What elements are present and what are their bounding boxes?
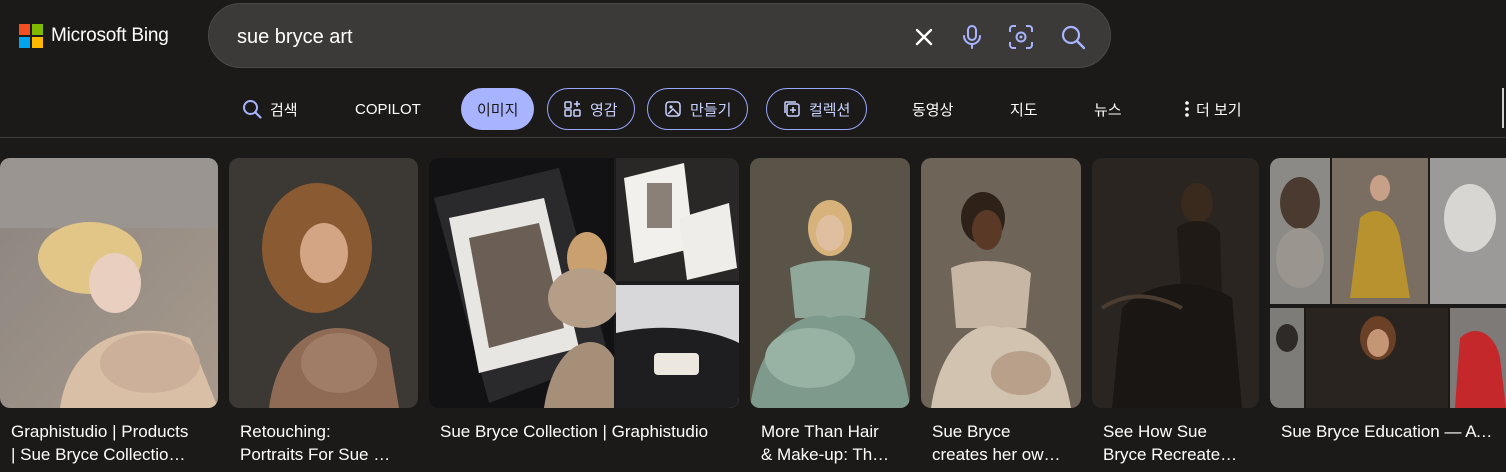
tab-copilot[interactable]: COPILOT xyxy=(355,87,421,131)
search-icon[interactable] xyxy=(1060,24,1086,50)
result-thumbnail xyxy=(429,158,739,408)
tab-news[interactable]: 뉴스 xyxy=(1094,87,1122,131)
tab-images[interactable]: 이미지 xyxy=(461,88,535,130)
create-image-icon xyxy=(665,101,681,117)
result-title-line1: Retouching: xyxy=(240,422,331,441)
result-title-line1: See How Sue xyxy=(1103,422,1207,441)
image-result[interactable]: Graphistudio | Products | Sue Bryce Colle… xyxy=(0,158,218,472)
result-thumbnail xyxy=(0,158,218,408)
tab-more[interactable]: 더 보기 xyxy=(1184,87,1242,131)
image-result[interactable]: More Than Hair & Make-up: Th… xyxy=(750,158,910,472)
result-title-line2: Bryce Recreate… xyxy=(1103,445,1238,464)
result-title-line2: Portraits For Sue … xyxy=(240,445,391,464)
tab-inspiration-label: 영감 xyxy=(590,101,618,119)
search-box xyxy=(208,3,1111,68)
result-title-line2: creates her ow… xyxy=(932,445,1061,464)
tab-more-label: 더 보기 xyxy=(1196,101,1242,119)
result-thumbnail xyxy=(921,158,1081,408)
visual-search-icon[interactable] xyxy=(1008,24,1034,50)
vertical-nav: 검색 COPILOT 이미지 영감 만들기 컬렉션 동영상 지도 뉴스 더 보기 xyxy=(0,84,1506,136)
tab-collections-label: 컬렉션 xyxy=(809,101,851,119)
result-title-line2: & Make-up: Th… xyxy=(761,445,890,464)
result-title-line2: | Sue Bryce Collectio… xyxy=(11,445,186,464)
tab-inspiration[interactable]: 영감 xyxy=(547,88,635,130)
more-vertical-icon xyxy=(1185,101,1189,117)
result-thumbnail xyxy=(750,158,910,408)
image-result[interactable]: Retouching: Portraits For Sue … xyxy=(229,158,418,472)
search-input[interactable] xyxy=(237,23,877,51)
tab-create[interactable]: 만들기 xyxy=(647,88,749,130)
image-result[interactable]: Sue Bryce Collection | Graphistudio xyxy=(429,158,739,472)
microsoft-logo-icon xyxy=(19,24,43,48)
inspiration-icon xyxy=(564,101,581,117)
tab-videos-label: 동영상 xyxy=(912,101,954,119)
brand-name: Microsoft Bing xyxy=(51,25,169,46)
search-icon xyxy=(243,100,262,119)
result-title-line1: Sue Bryce Collection | Graphistudio xyxy=(440,422,709,441)
result-title-line1: Sue Bryce xyxy=(932,422,1011,441)
result-thumbnail xyxy=(1092,158,1259,408)
tab-search-label: 검색 xyxy=(270,101,298,119)
result-title-line1: Sue Bryce Education — ATELI xyxy=(1281,422,1502,441)
tab-news-label: 뉴스 xyxy=(1094,101,1122,119)
result-thumbnail xyxy=(229,158,418,408)
tab-videos[interactable]: 동영상 xyxy=(912,87,953,131)
image-results-grid: Graphistudio | Products | Sue Bryce Colle… xyxy=(0,158,1506,472)
bing-logo[interactable]: Microsoft Bing xyxy=(19,23,169,49)
header-divider xyxy=(0,137,1506,138)
tab-create-label: 만들기 xyxy=(690,101,732,119)
image-result[interactable]: Sue Bryce Education — ATELI xyxy=(1270,158,1506,472)
tab-maps[interactable]: 지도 xyxy=(1010,87,1038,131)
tab-maps-label: 지도 xyxy=(1010,101,1038,119)
close-icon[interactable] xyxy=(911,24,937,50)
tab-copilot-label: COPILOT xyxy=(355,100,421,118)
result-thumbnail xyxy=(1270,158,1506,408)
tab-search[interactable]: 검색 xyxy=(242,87,298,131)
scrollbar-edge xyxy=(1502,88,1504,128)
image-result[interactable]: Sue Bryce creates her ow… xyxy=(921,158,1081,472)
collections-icon xyxy=(784,101,800,117)
microphone-icon[interactable] xyxy=(959,24,985,50)
tab-images-label: 이미지 xyxy=(477,101,519,119)
result-title-line1: More Than Hair xyxy=(761,422,879,441)
result-title-line1: Graphistudio | Products xyxy=(11,422,189,441)
image-result[interactable]: See How Sue Bryce Recreate… xyxy=(1092,158,1259,472)
tab-collections[interactable]: 컬렉션 xyxy=(766,88,868,130)
